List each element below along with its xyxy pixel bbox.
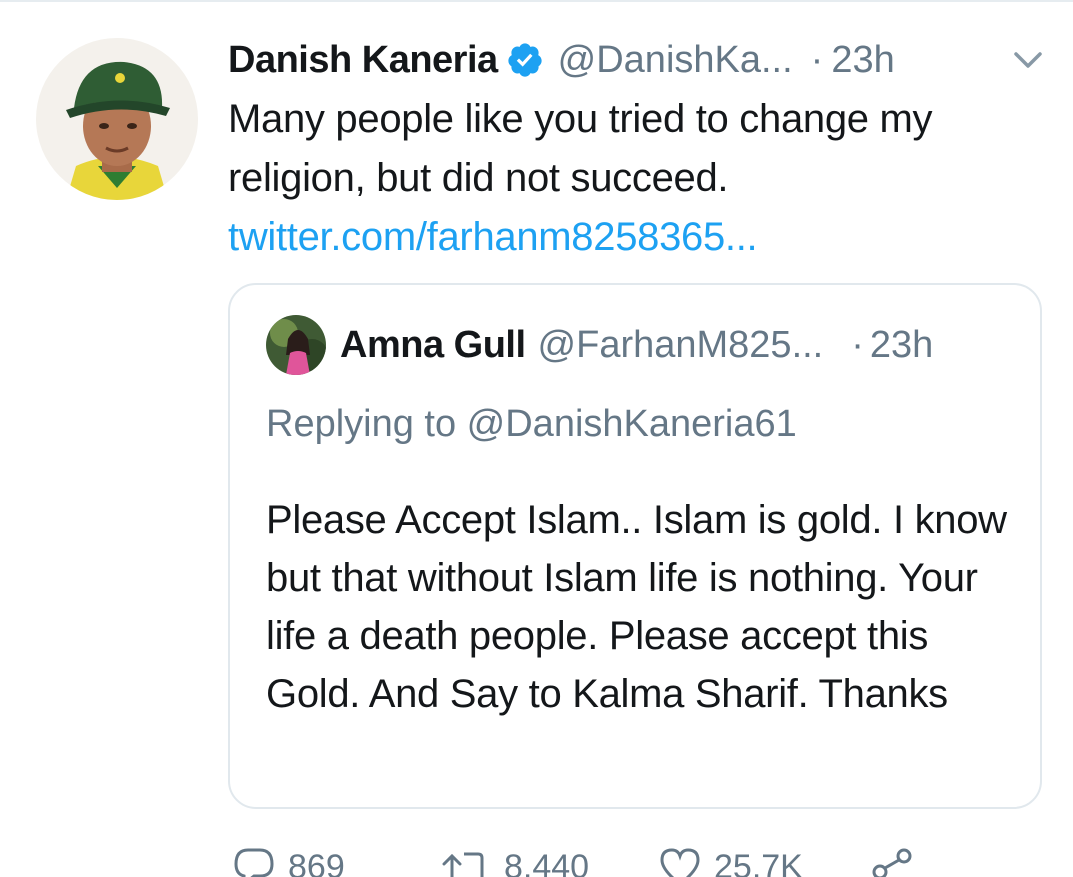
chevron-down-icon[interactable]: [1008, 48, 1048, 74]
author-handle[interactable]: @DanishKa...: [558, 39, 793, 82]
top-divider: [0, 0, 1073, 2]
reply-button[interactable]: 869: [232, 840, 345, 877]
tweet-link[interactable]: twitter.com/farhanm8258365...: [228, 208, 758, 267]
quoted-tweet-time[interactable]: 23h: [870, 324, 933, 367]
heart-icon: [658, 840, 702, 877]
replying-to-label: Replying to @DanishKaneria61: [266, 403, 797, 445]
tweet-actions: 869 8,440 25.7K: [228, 840, 1048, 877]
share-button[interactable]: [868, 840, 916, 877]
like-button[interactable]: 25.7K: [658, 840, 803, 877]
tweet-header: Danish Kaneria @DanishKa... · 23h: [228, 36, 1048, 84]
reply-icon: [232, 840, 276, 877]
tweet-text: Many people like you tried to change my …: [228, 97, 933, 200]
retweet-count: 8,440: [504, 848, 590, 877]
tweet-time[interactable]: 23h: [831, 39, 894, 82]
reply-count: 869: [288, 848, 345, 877]
quoted-tweet-text: Please Accept Islam.. Islam is gold. I k…: [266, 498, 1007, 716]
verified-badge-icon: [506, 41, 544, 79]
author-name[interactable]: Danish Kaneria: [228, 39, 498, 82]
retweet-icon: [440, 840, 492, 877]
quoted-tweet-card[interactable]: Amna Gull @FarhanM825... · 23h Replying …: [228, 283, 1042, 809]
quoted-author-avatar[interactable]: [266, 315, 326, 375]
separator-dot: ·: [851, 323, 864, 366]
like-count: 25.7K: [714, 848, 803, 877]
separator-dot: ·: [810, 38, 824, 81]
author-avatar[interactable]: [36, 38, 198, 200]
quoted-author-handle[interactable]: @FarhanM825...: [538, 324, 824, 367]
quoted-author-name[interactable]: Amna Gull: [340, 324, 526, 367]
share-icon: [868, 840, 916, 877]
quoted-tweet-header: Amna Gull @FarhanM825... · 23h: [340, 319, 933, 371]
retweet-button[interactable]: 8,440: [440, 840, 589, 877]
